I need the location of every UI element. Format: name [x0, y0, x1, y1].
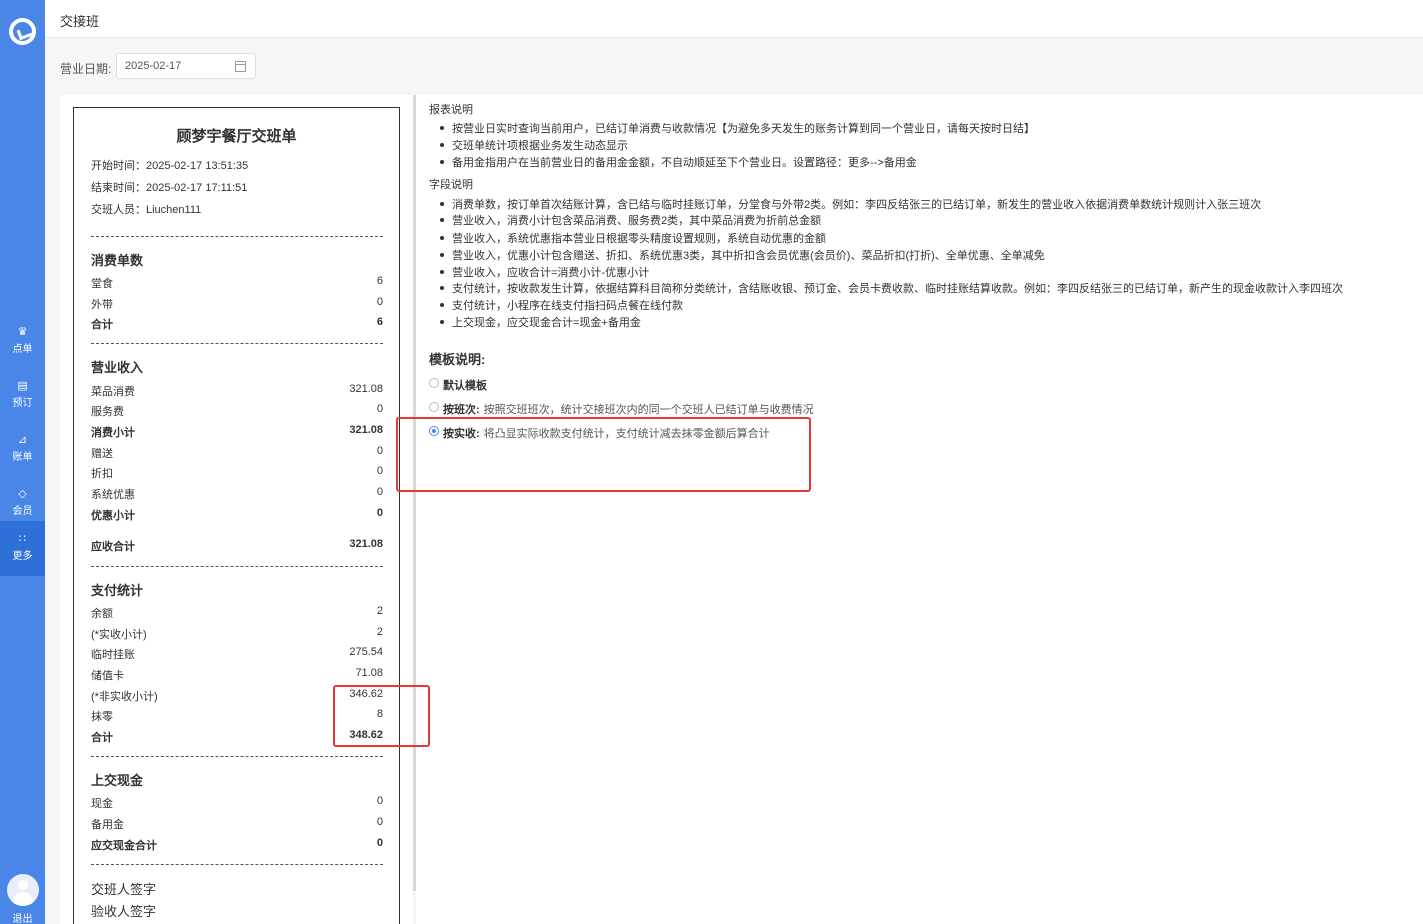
sidebar-item-label: 会员	[12, 506, 33, 517]
calendar-icon[interactable]	[235, 61, 246, 72]
list-item: 营业收入，应收合计=消费小计-优惠小计	[440, 264, 649, 280]
sidebar-item-label: 账单	[12, 452, 33, 463]
list-item: 上交现金，应交现金合计=现金+备用金	[440, 314, 641, 330]
radio-button[interactable]	[429, 402, 439, 412]
highlight-box	[333, 685, 430, 747]
chart-icon: ⊿	[17, 434, 28, 446]
receipt-row: 赠送 0	[91, 445, 383, 460]
date-label: 营业日期:	[60, 62, 112, 76]
highlight-box	[396, 417, 811, 492]
receipt-row: 堂食 6	[91, 275, 383, 290]
section-title: 消费单数	[91, 253, 144, 268]
list-item: 支付统计，按收款发生计算，依据结算科目简称分类统计，含结账收银、预订金、会员卡费…	[440, 280, 1343, 296]
receipt-row: (*实收小计) 2	[91, 626, 383, 641]
receipt-row-total: 合计 6	[91, 316, 383, 331]
report-notes-title: 报表说明	[429, 104, 473, 116]
sidebar-item-label: 更多	[12, 551, 33, 562]
receipt-row-subtotal: 消费小计 321.08	[91, 424, 383, 439]
template-title: 模板说明:	[429, 352, 486, 367]
receipt-row: 外带 0	[91, 296, 383, 311]
section-title: 支付统计	[91, 583, 144, 598]
sidebar-item-bill[interactable]: ⊿ 账单	[0, 422, 45, 476]
end-time: 结束时间：2025-02-17 17:11:51	[91, 182, 248, 194]
diamond-icon: ◇	[18, 488, 27, 500]
receipt-row: 储值卡 71.08	[91, 667, 383, 682]
date-value: 2025-02-17	[125, 60, 182, 72]
receipt-row-total: 应交现金合计 0	[91, 837, 383, 852]
list-item: 营业收入，消费小计包含菜品消费、服务费2类，其中菜品消费为折前总金额	[440, 212, 821, 228]
radio-button[interactable]	[429, 378, 439, 388]
page-title: 交接班	[60, 14, 100, 29]
list-item: 交班单统计项根据业务发生动态显示	[440, 137, 628, 153]
template-option-default[interactable]: 默认模板	[429, 377, 487, 393]
receipt-row: 备用金 0	[91, 816, 383, 831]
receipt-row: 折扣 0	[91, 465, 383, 480]
sidebar-item-label: 预订	[12, 398, 33, 409]
receipt-row: 菜品消费 321.08	[91, 383, 383, 398]
handover-receipt: 顾梦宇餐厅交班单 开始时间：2025-02-17 13:51:35 结束时间：2…	[73, 107, 400, 924]
book-icon: ▤	[17, 380, 28, 392]
receiver-signature: 验收人签字	[91, 904, 157, 919]
receipt-row-subtotal: 优惠小计 0	[91, 507, 383, 522]
divider	[91, 864, 383, 865]
list-item: 按营业日实时查询当前用户，已结订单消费与收款情况【为避免多天发生的账务计算到同一…	[440, 120, 1035, 136]
sidebar-item-label: 点单	[12, 344, 33, 355]
logout-button[interactable]: 退出	[0, 910, 45, 924]
handover-signature: 交班人签字	[91, 882, 157, 897]
start-time: 开始时间：2025-02-17 13:51:35	[91, 160, 249, 172]
section-title: 上交现金	[91, 773, 144, 788]
list-item: 营业收入，系统优惠指本营业日根据零头精度设置规则，系统自动优惠的金额	[440, 230, 826, 246]
date-picker[interactable]: 2025-02-17	[116, 53, 256, 79]
list-item: 备用金指用户在当前营业日的备用金金额，不自动顺延至下个营业日。设置路径：更多--…	[440, 154, 917, 170]
avatar[interactable]	[7, 874, 39, 906]
receipt-row: 现金 0	[91, 795, 383, 810]
sidebar-item-reserve[interactable]: ▤ 预订	[0, 368, 45, 422]
top-bar: 交接班	[45, 0, 1423, 38]
chef-hat-icon: ♛	[17, 326, 28, 338]
field-notes-title: 字段说明	[429, 179, 473, 191]
divider	[91, 756, 383, 757]
sidebar: ♛ 点单 ▤ 预订 ⊿ 账单 ◇ 会员 ∷ 更多 退出	[0, 0, 45, 924]
receipt-panel: 顾梦宇餐厅交班单 开始时间：2025-02-17 13:51:35 结束时间：2…	[60, 95, 413, 924]
handover-person: 交班人员：Liuchen111	[91, 204, 202, 216]
receipt-row: 服务费 0	[91, 403, 383, 418]
receipt-row: 余额 2	[91, 605, 383, 620]
divider	[91, 236, 383, 237]
receipt-title: 顾梦宇餐厅交班单	[176, 128, 297, 145]
sidebar-item-more[interactable]: ∷ 更多	[0, 521, 45, 576]
divider	[91, 343, 383, 344]
receipt-row: 系统优惠 0	[91, 486, 383, 501]
list-item: 支付统计，小程序在线支付指扫码点餐在线付款	[440, 297, 683, 313]
app-logo[interactable]	[9, 18, 36, 45]
grid-icon: ∷	[19, 533, 26, 545]
receipt-row: 临时挂账 275.54	[91, 646, 383, 661]
sidebar-item-order[interactable]: ♛ 点单	[0, 314, 45, 368]
list-item: 消费单数，按订单首次结账计算，含已结与临时挂账订单，分堂食与外带2类。例如：李四…	[440, 196, 1261, 212]
section-title: 营业收入	[91, 360, 144, 375]
divider	[91, 566, 383, 567]
receipt-row-total: 应收合计 321.08	[91, 538, 383, 553]
list-item: 营业收入，优惠小计包含赠送、折扣、系统优惠3类，其中折扣含会员优惠(会员价)、菜…	[440, 247, 1045, 263]
template-option-shift[interactable]: 按班次: 按照交班班次，统计交接班次内的同一个交班人已结订单与收费情况	[429, 401, 814, 417]
